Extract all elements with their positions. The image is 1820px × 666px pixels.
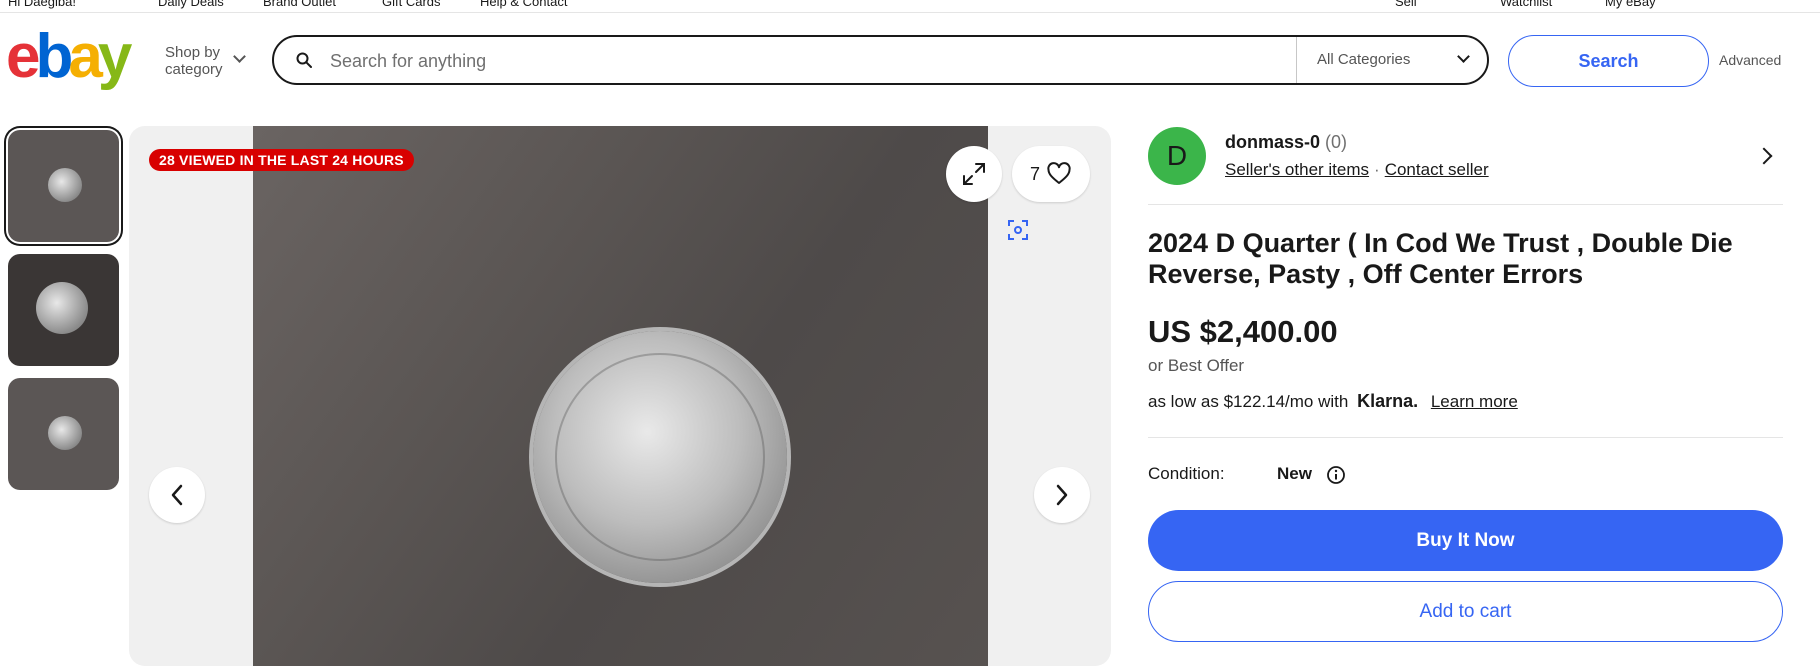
- seller-other-items-link[interactable]: Seller's other items: [1225, 160, 1369, 179]
- thumbnail-2[interactable]: [8, 254, 119, 366]
- shop-by-category-button[interactable]: Shop by category: [165, 44, 246, 78]
- category-label: category: [165, 61, 223, 78]
- coin-thumbnail-image: [48, 416, 82, 450]
- best-offer-text: or Best Offer: [1148, 356, 1245, 375]
- main-item-photo[interactable]: [253, 126, 988, 666]
- image-gallery: 28 VIEWED IN THE LAST 24 HOURS 7: [129, 126, 1111, 666]
- ebay-logo[interactable]: ebay: [6, 26, 132, 88]
- expand-icon: [963, 163, 985, 185]
- seller-avatar[interactable]: D: [1148, 127, 1206, 185]
- seller-links: Seller's other items · Contact seller: [1225, 160, 1489, 179]
- greeting-link[interactable]: Hi Daegiba!: [8, 0, 76, 9]
- divider: [1148, 437, 1783, 438]
- search-icon: [296, 52, 312, 68]
- learn-more-link[interactable]: Learn more: [1431, 392, 1518, 411]
- search-input[interactable]: [328, 45, 1332, 77]
- add-to-cart-button[interactable]: Add to cart: [1148, 581, 1783, 642]
- info-icon[interactable]: [1326, 465, 1346, 485]
- thumbnail-1[interactable]: [8, 130, 119, 242]
- shop-by-label: Shop by: [165, 44, 221, 61]
- previous-image-button[interactable]: [149, 467, 205, 523]
- seller-username[interactable]: donmass-0: [1225, 132, 1320, 152]
- condition-value: New: [1277, 464, 1312, 483]
- gift-cards-link[interactable]: Gift Cards: [382, 0, 441, 9]
- item-title: 2024 D Quarter ( In Cod We Trust , Doubl…: [1148, 228, 1733, 289]
- contact-seller-link[interactable]: Contact seller: [1385, 160, 1489, 179]
- klarna-logo: Klarna.: [1357, 391, 1419, 411]
- daily-deals-link[interactable]: Daily Deals: [158, 0, 224, 9]
- seller-feedback-count: (0): [1325, 132, 1348, 152]
- klarna-financing: as low as $122.14/mo with Klarna. Learn …: [1148, 391, 1518, 412]
- watch-button[interactable]: 7: [1012, 146, 1090, 202]
- buy-it-now-button[interactable]: Buy It Now: [1148, 510, 1783, 571]
- chevron-down-icon: [233, 50, 246, 63]
- chevron-down-icon: [1457, 50, 1470, 63]
- visual-search-icon[interactable]: [1006, 218, 1030, 242]
- thumbnail-3[interactable]: [8, 378, 119, 490]
- views-badge: 28 VIEWED IN THE LAST 24 HOURS: [149, 149, 414, 171]
- category-select[interactable]: All Categories: [1296, 37, 1490, 83]
- condition-label: Condition:: [1148, 464, 1225, 483]
- klarna-text: as low as $122.14/mo with: [1148, 392, 1349, 411]
- expand-image-button[interactable]: [946, 146, 1002, 202]
- chevron-right-icon: [1056, 484, 1068, 506]
- quarter-coin-image: [533, 331, 787, 583]
- brand-outlet-link[interactable]: Brand Outlet: [263, 0, 336, 9]
- top-nav-bar: Hi Daegiba! Daily Deals Brand Outlet Gif…: [0, 0, 1820, 13]
- heart-icon: [1047, 162, 1071, 184]
- category-select-value: All Categories: [1317, 51, 1411, 68]
- chevron-left-icon: [171, 484, 183, 506]
- my-ebay-link[interactable]: My eBay: [1605, 0, 1656, 9]
- next-image-button[interactable]: [1034, 467, 1090, 523]
- search-button[interactable]: Search: [1508, 35, 1709, 87]
- advanced-search-link[interactable]: Advanced: [1719, 52, 1781, 68]
- coin-thumbnail-image: [36, 282, 88, 334]
- watchlist-link[interactable]: Watchlist: [1500, 0, 1552, 9]
- seller-name[interactable]: donmass-0 (0): [1225, 132, 1347, 153]
- sell-link[interactable]: Sell: [1395, 0, 1417, 9]
- coin-thumbnail-image: [48, 168, 82, 202]
- search-bar: All Categories: [272, 35, 1489, 85]
- help-contact-link[interactable]: Help & Contact: [480, 0, 567, 9]
- divider: [1148, 204, 1783, 205]
- chevron-right-icon[interactable]: [1755, 147, 1773, 165]
- watch-count: 7: [1029, 163, 1040, 184]
- item-price: US $2,400.00: [1148, 314, 1338, 349]
